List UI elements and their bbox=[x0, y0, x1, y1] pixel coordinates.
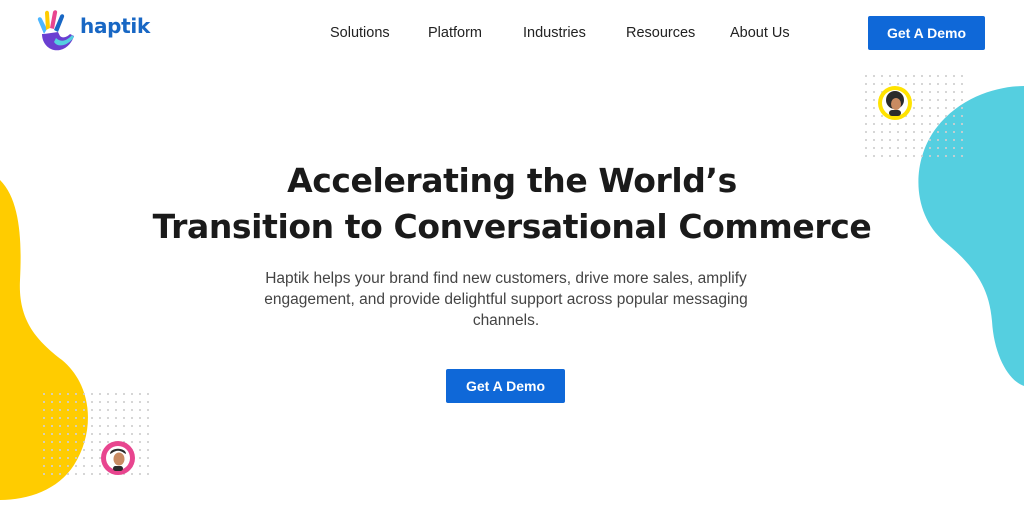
hero-title: Accelerating the World’s Transition to C… bbox=[0, 158, 1024, 250]
homepage: haptik Solutions Platform Industries Res… bbox=[0, 0, 1024, 518]
hand-logo-icon bbox=[37, 10, 74, 51]
get-a-demo-button-header[interactable]: Get A Demo bbox=[868, 16, 985, 50]
hero-subtitle: Haptik helps your brand find new custome… bbox=[264, 270, 748, 329]
logo-wordmark: haptik bbox=[80, 14, 150, 38]
get-a-demo-button-hero[interactable]: Get A Demo bbox=[446, 369, 565, 403]
person-avatar-icon bbox=[101, 441, 135, 475]
nav-item-platform[interactable]: Platform bbox=[428, 25, 482, 41]
hero-title-line-1: Accelerating the World’s bbox=[287, 161, 737, 200]
nav-item-solutions[interactable]: Solutions bbox=[330, 25, 390, 41]
nav-item-about-us[interactable]: About Us bbox=[730, 25, 790, 41]
nav-item-resources[interactable]: Resources bbox=[626, 25, 695, 41]
haptik-logo[interactable]: haptik bbox=[34, 8, 150, 58]
hero-title-line-2: Transition to Conversational Commerce bbox=[152, 207, 872, 246]
person-avatar-icon bbox=[878, 86, 912, 120]
nav-item-industries[interactable]: Industries bbox=[523, 25, 586, 41]
